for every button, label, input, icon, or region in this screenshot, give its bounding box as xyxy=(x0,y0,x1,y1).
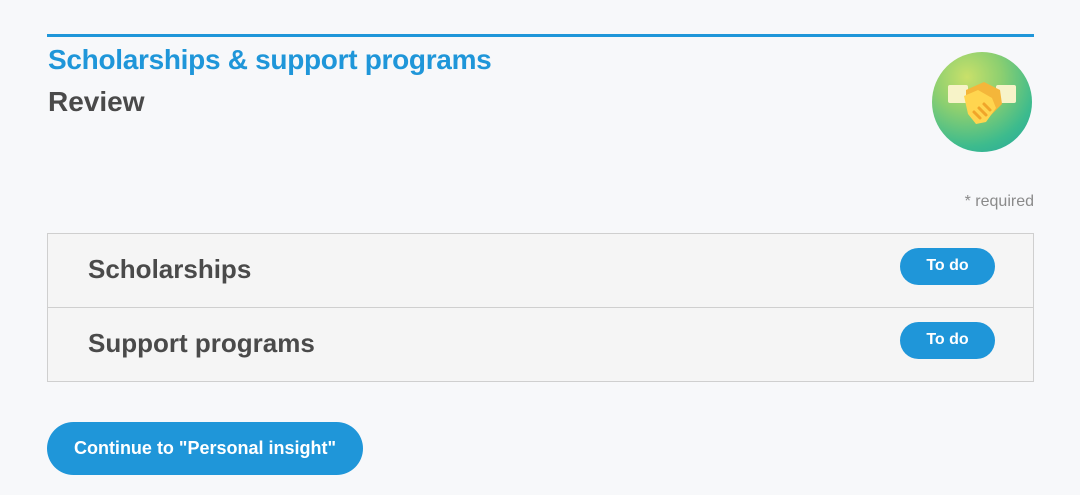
task-list: Scholarships To do Support programs To d… xyxy=(47,233,1034,382)
section-title: Scholarships & support programs xyxy=(48,44,492,75)
required-note: * required xyxy=(964,193,1034,210)
todo-status-button[interactable]: To do xyxy=(900,248,995,285)
section-divider xyxy=(47,34,1034,37)
task-row-scholarships[interactable]: Scholarships To do xyxy=(48,234,1033,308)
task-label: Scholarships xyxy=(88,254,252,284)
todo-status-button[interactable]: To do xyxy=(900,322,995,359)
handshake-icon xyxy=(932,52,1032,152)
task-label: Support programs xyxy=(88,328,315,358)
task-row-support-programs[interactable]: Support programs To do xyxy=(48,308,1033,381)
page-subtitle: Review xyxy=(48,86,145,117)
continue-button[interactable]: Continue to "Personal insight" xyxy=(47,422,363,475)
review-page: Scholarships & support programs Review *… xyxy=(0,0,1080,495)
